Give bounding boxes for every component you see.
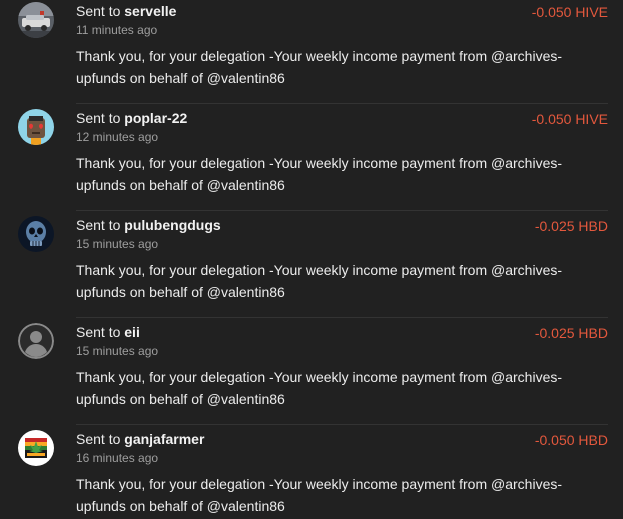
recipient-username[interactable]: servelle xyxy=(124,3,176,19)
leaf-logo-avatar-icon[interactable] xyxy=(18,430,54,466)
sent-to-label: Sent to xyxy=(76,217,121,233)
transfer-row: Sent to ganjafarmer -0.050 HBD 16 minute… xyxy=(0,425,623,519)
sent-to-label: Sent to xyxy=(76,431,121,447)
transfer-row: Sent to pulubengdugs -0.025 HBD 15 minut… xyxy=(0,211,623,318)
recipient-username[interactable]: poplar-22 xyxy=(124,110,187,126)
default-user-avatar-icon[interactable] xyxy=(18,323,54,359)
transfer-memo: Thank you, for your delegation -Your wee… xyxy=(76,476,563,514)
transfer-timestamp: 15 minutes ago xyxy=(76,344,159,358)
recipient-username[interactable]: ganjafarmer xyxy=(124,431,204,447)
transfer-title: Sent to ganjafarmer xyxy=(76,431,204,448)
transfer-amount: -0.025 HBD xyxy=(534,325,608,341)
sent-to-label: Sent to xyxy=(76,3,121,19)
transfer-timestamp: 11 minutes ago xyxy=(76,23,158,37)
sent-to-label: Sent to xyxy=(76,324,121,340)
transfer-row: Sent to poplar-22 -0.050 HIVE 12 minutes… xyxy=(0,104,623,211)
skull-avatar-icon[interactable] xyxy=(18,216,54,252)
transfer-memo: Thank you, for your delegation -Your wee… xyxy=(76,155,563,193)
transfer-title: Sent to poplar-22 xyxy=(76,110,187,127)
transfer-row: Sent to servelle -0.050 HIVE 11 minutes … xyxy=(0,0,623,104)
transfer-row: Sent to eii -0.025 HBD 15 minutes ago Th… xyxy=(0,318,623,425)
transfer-amount: -0.050 HIVE xyxy=(531,111,608,127)
transfer-memo: Thank you, for your delegation -Your wee… xyxy=(76,369,563,407)
transfer-title: Sent to eii xyxy=(76,324,140,341)
transfer-timestamp: 15 minutes ago xyxy=(76,237,159,251)
transfer-timestamp: 16 minutes ago xyxy=(76,451,159,465)
car-photo-avatar-icon[interactable] xyxy=(18,2,54,38)
transfer-amount: -0.050 HBD xyxy=(534,432,608,448)
transfer-amount: -0.025 HBD xyxy=(534,218,608,234)
transfer-memo: Thank you, for your delegation -Your wee… xyxy=(76,262,563,300)
transfer-title: Sent to pulubengdugs xyxy=(76,217,221,234)
recipient-username[interactable]: eii xyxy=(124,324,140,340)
transfer-amount: -0.050 HIVE xyxy=(531,4,608,20)
sent-to-label: Sent to xyxy=(76,110,121,126)
heart-eyes-ape-avatar-icon[interactable] xyxy=(18,109,54,145)
transfer-memo: Thank you, for your delegation -Your wee… xyxy=(76,48,563,86)
transfer-history-list: Sent to servelle -0.050 HIVE 11 minutes … xyxy=(0,0,623,519)
transfer-title: Sent to servelle xyxy=(76,3,176,20)
transfer-timestamp: 12 minutes ago xyxy=(76,130,159,144)
recipient-username[interactable]: pulubengdugs xyxy=(124,217,220,233)
